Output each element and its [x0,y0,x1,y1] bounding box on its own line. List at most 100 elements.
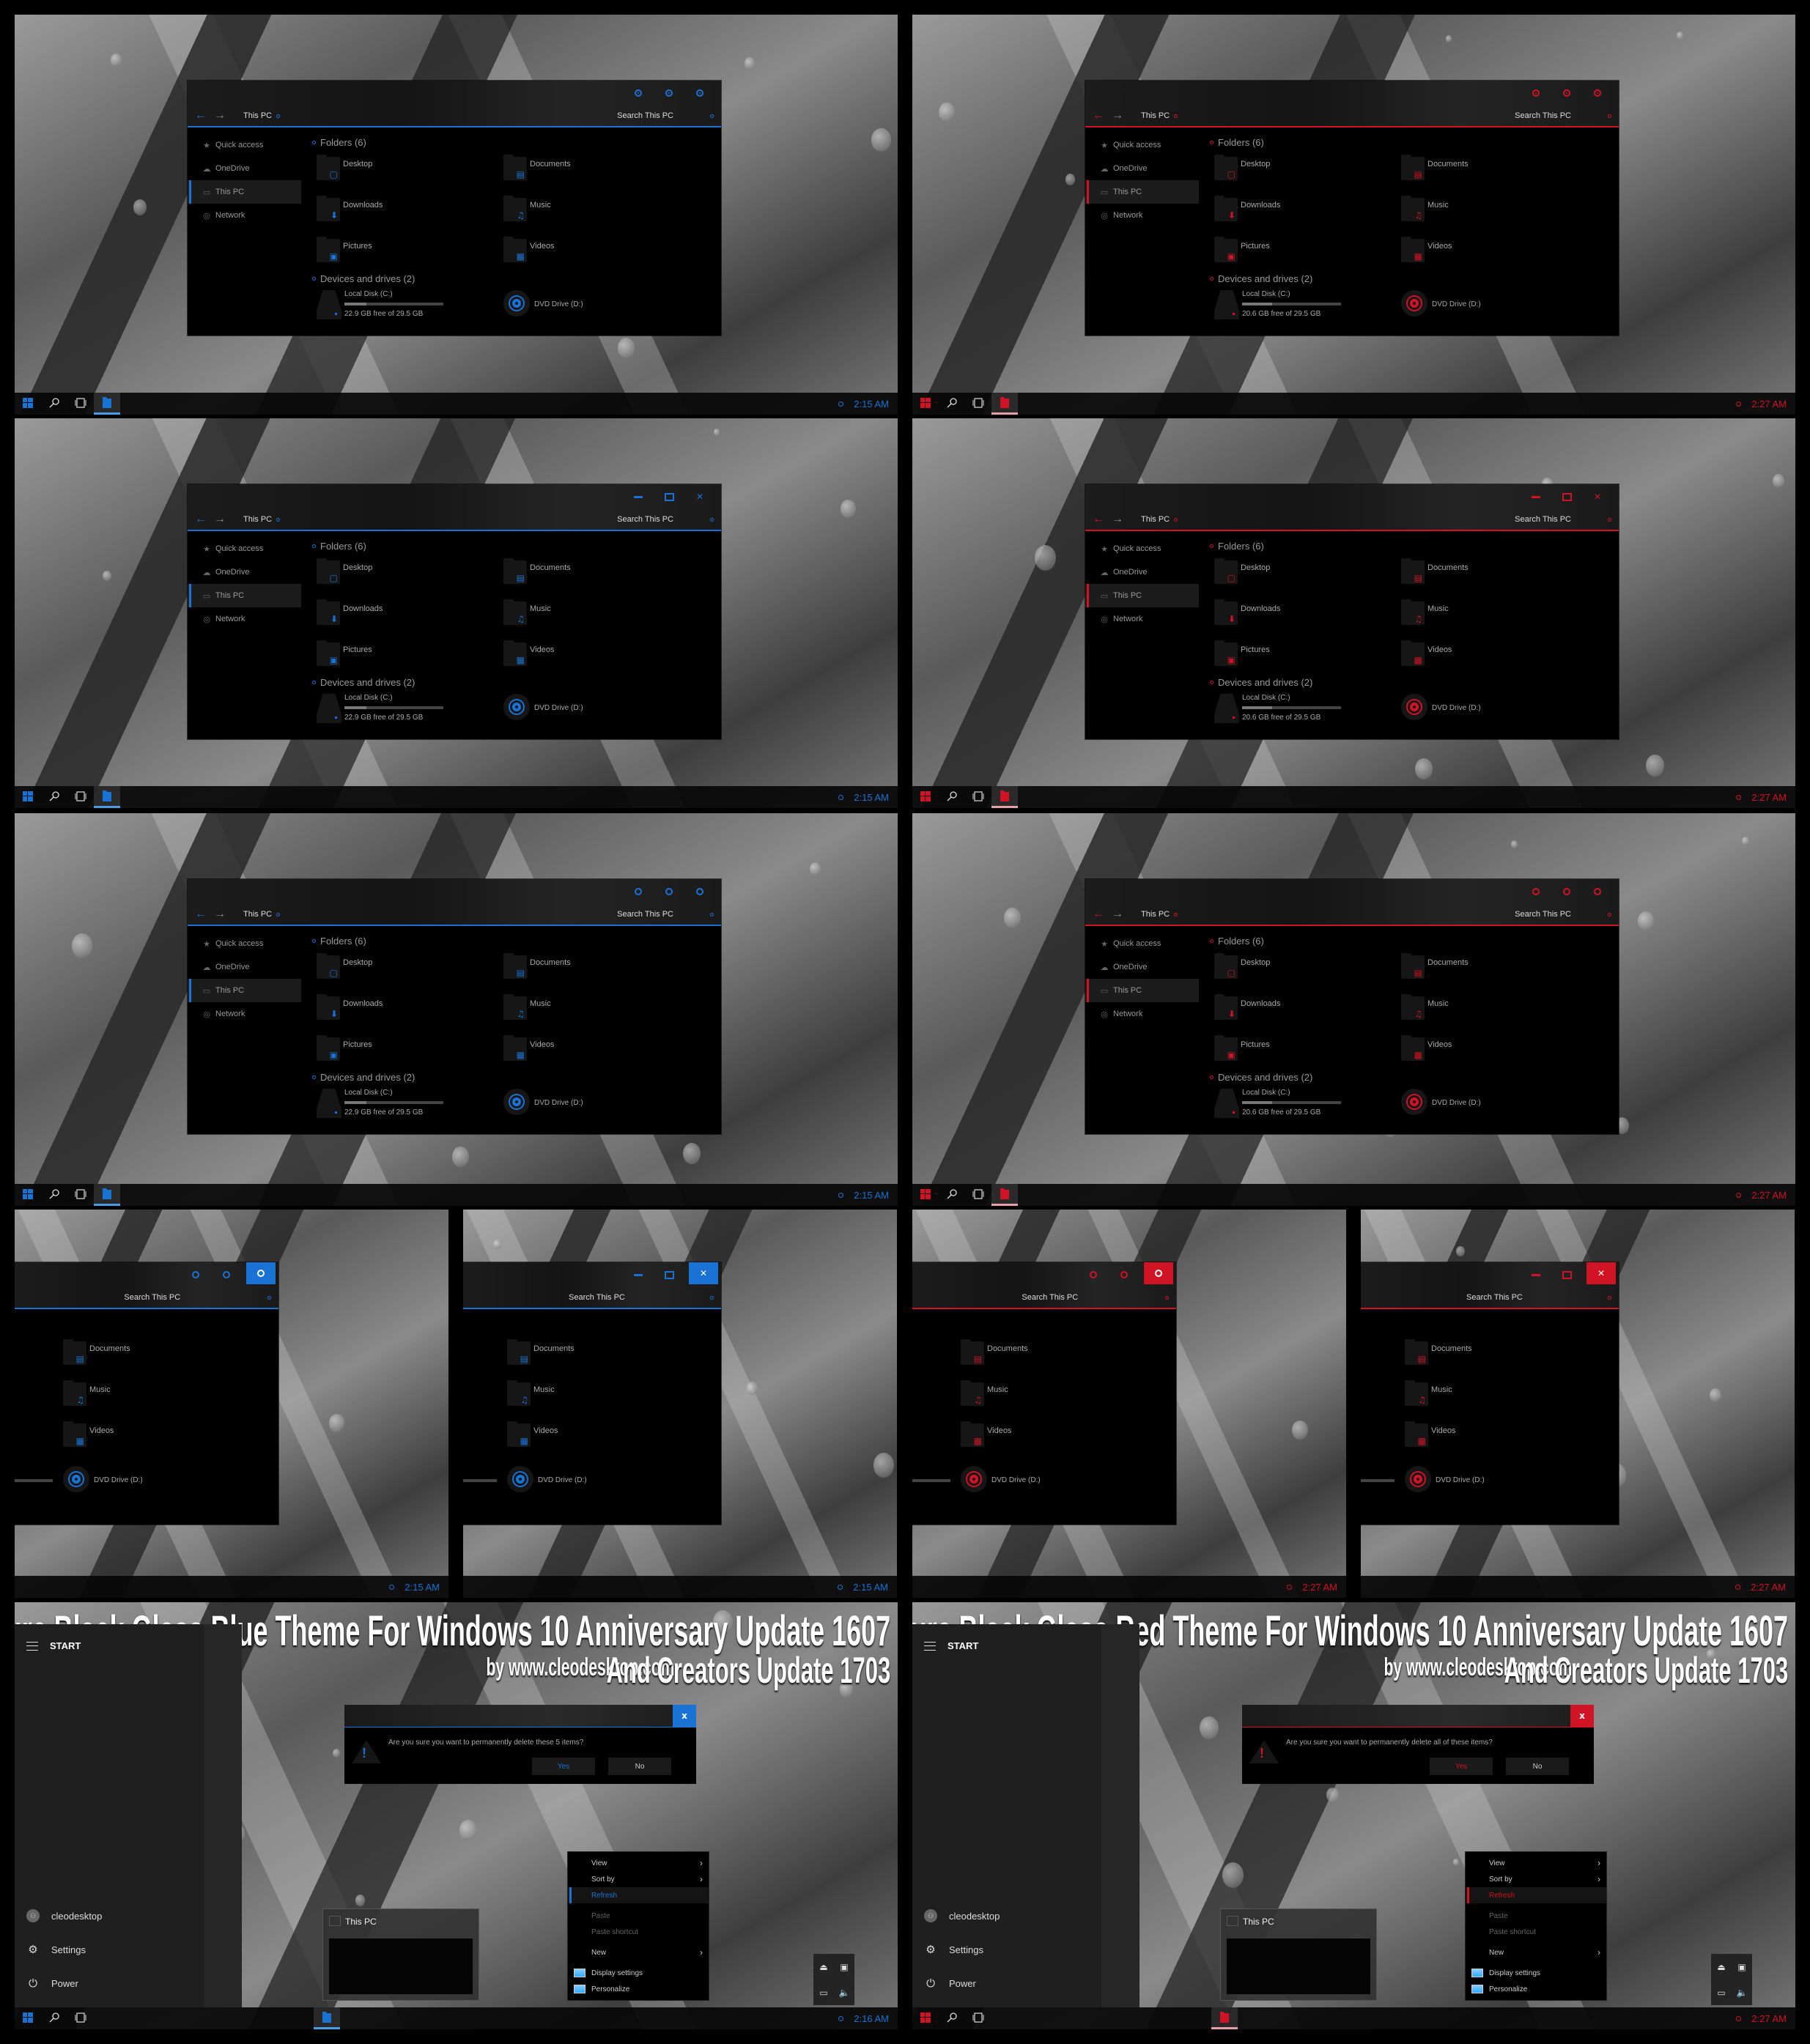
folder-item-pictures[interactable]: ▣ Pictures [317,1035,503,1061]
maximize-button[interactable] [658,1267,680,1283]
file-explorer-taskbar-button[interactable] [314,2007,340,2029]
yes-button[interactable]: Yes [532,1758,595,1775]
sidebar-item-quick-access[interactable]: ★ Quick access [1085,133,1199,157]
forward-arrow-icon[interactable]: → [1112,514,1123,525]
minimize-button[interactable] [627,489,649,505]
folder-item-documents[interactable]: ▤ Documents [1405,1339,1551,1365]
folder-item-music[interactable]: ♫ Music [1401,994,1588,1020]
search-box[interactable]: Search This PC [569,1293,625,1302]
drive-item-dvd[interactable]: DVD Drive (D:) [1401,1089,1588,1118]
search-box[interactable]: Search This PC [1515,910,1571,919]
clock[interactable]: 2:15 AM [853,1582,888,1593]
minimize-button[interactable] [185,1267,207,1283]
search-options-icon[interactable] [710,114,714,118]
search-button[interactable] [939,393,965,415]
sidebar-item-quick-access[interactable]: ★ Quick access [188,932,301,955]
breadcrumb[interactable]: This PC [243,910,272,919]
minimize-button[interactable] [1525,489,1547,505]
folder-item-downloads[interactable]: ⬇ Downloads [317,599,503,625]
drive-item-dvd[interactable]: DVD Drive (D:) [63,1466,250,1492]
clock[interactable]: 2:16 AM [854,2013,889,2024]
menu-item-paste[interactable]: Paste [1466,1908,1606,1924]
sidebar-item-this-pc[interactable]: ▭ This PC [1085,180,1199,204]
search-box[interactable]: Search This PC [617,111,673,120]
file-explorer-taskbar-button[interactable] [991,786,1018,808]
search-button[interactable] [41,1184,67,1206]
minimize-button[interactable] [1525,884,1547,900]
folder-item-documents[interactable]: ▤ Documents [1401,155,1588,180]
forward-arrow-icon[interactable]: → [214,908,226,920]
folder-item-videos[interactable]: ▦ Videos [1405,1421,1551,1447]
folder-item-music[interactable]: ♫ Music [503,196,690,221]
menu-item-paste-shortcut[interactable]: Paste shortcut [568,1924,709,1940]
forward-arrow-icon[interactable]: → [1112,110,1123,122]
breadcrumb-dropdown-icon[interactable] [276,912,281,917]
folder-item-music[interactable]: ♫ Music [507,1380,654,1406]
maximize-button[interactable] [658,85,680,101]
search-options-icon[interactable] [710,912,714,917]
close-button[interactable] [1144,1262,1173,1284]
sidebar-item-network[interactable]: ◎ Network [188,607,301,631]
start-item-settings[interactable]: ⚙ Settings [26,1933,102,1966]
sidebar-item-quick-access[interactable]: ★ Quick access [1085,932,1199,955]
search-box[interactable]: Search This PC [1466,1293,1523,1302]
menu-item-refresh[interactable]: Refresh [568,1887,709,1903]
drives-heading[interactable]: Devices and drives (2) [1208,673,1619,691]
drive-item-local-disk[interactable]: Local Disk (C:) 20.6 GB free of 29.5 GB [1214,1089,1401,1118]
notification-dot-icon[interactable] [389,1584,395,1590]
clock[interactable]: 2:27 AM [1751,1582,1786,1593]
drive-item-dvd[interactable]: DVD Drive (D:) [1401,694,1588,723]
folder-item-desktop[interactable]: ▢ Desktop [317,953,503,979]
sidebar-item-network[interactable]: ◎ Network [188,1002,301,1026]
drives-heading[interactable]: Devices and drives (2) [1208,1068,1619,1086]
menu-item-paste-shortcut[interactable]: Paste shortcut [1466,1924,1606,1940]
dialog-close-button[interactable]: x [673,1705,696,1727]
sidebar-item-quick-access[interactable]: ★ Quick access [188,537,301,560]
folder-item-documents[interactable]: ▤ Documents [503,155,690,180]
vmware-icon[interactable]: ▣ [1737,1962,1746,1972]
back-arrow-icon[interactable]: ← [1093,514,1104,525]
sidebar-item-this-pc[interactable]: ▭ This PC [188,584,301,607]
clock[interactable]: 2:27 AM [1751,2013,1787,2024]
menu-item-display-settings[interactable]: Display settings [1466,1965,1606,1981]
folder-item-downloads[interactable]: ⬇ Downloads [317,994,503,1020]
minimize-button[interactable] [1082,1267,1104,1283]
sidebar-item-this-pc[interactable]: ▭ This PC [188,180,301,204]
search-box[interactable]: Search This PC [1515,515,1571,524]
back-arrow-icon[interactable]: ← [195,514,207,525]
back-arrow-icon[interactable]: ← [195,908,207,920]
folders-heading[interactable]: Folders (6) [1208,133,1619,151]
folder-item-music[interactable]: ♫ Music [1405,1380,1551,1406]
drive-item-local-disk[interactable]: Local Disk (C:) 20.6 GB free of 29.5 GB [1214,290,1401,319]
drive-item-dvd[interactable]: DVD Drive (D:) [1401,290,1588,319]
folder-item-desktop[interactable]: ▢ Desktop [317,155,503,180]
task-view-button[interactable] [965,1184,991,1206]
menu-item-view[interactable]: View › [1466,1855,1606,1871]
folder-item-pictures[interactable]: ▣ Pictures [317,640,503,666]
start-button[interactable] [15,2007,41,2029]
close-button[interactable]: ✕ [1586,489,1608,505]
taskbar-thumbnail-preview[interactable]: This PC [1220,1908,1377,2001]
task-view-button[interactable] [965,2007,991,2029]
breadcrumb[interactable]: This PC [243,515,272,524]
forward-arrow-icon[interactable]: → [214,110,226,122]
notification-dot-icon[interactable] [838,401,844,407]
sidebar-item-this-pc[interactable]: ▭ This PC [1085,979,1199,1002]
notification-dot-icon[interactable] [1736,2015,1742,2021]
folders-heading[interactable]: Folders (6) [311,133,721,151]
sidebar-item-onedrive[interactable]: ☁ OneDrive [188,955,301,979]
folder-item-videos[interactable]: ▦ Videos [63,1421,210,1447]
task-view-button[interactable] [965,393,991,415]
maximize-button[interactable] [1113,1267,1135,1283]
hamburger-menu-icon[interactable] [26,1641,38,1651]
drive-item-local-disk[interactable]: Local Disk (C:) 22.9 GB free of 29.5 GB [317,290,503,319]
breadcrumb-dropdown-icon[interactable] [1174,517,1178,522]
start-item-power[interactable]: ⏻ Power [26,1966,102,2000]
folders-heading[interactable]: Folders (6) [1208,537,1619,555]
taskbar-thumbnail-preview[interactable]: This PC [322,1908,479,2001]
folder-item-music[interactable]: ♫ Music [1401,599,1588,625]
start-item-settings[interactable]: ⚙ Settings [924,1933,1000,1966]
menu-item-view[interactable]: View › [568,1855,709,1871]
close-button[interactable]: ✕ [689,489,711,505]
file-explorer-taskbar-button[interactable] [1211,2007,1238,2029]
